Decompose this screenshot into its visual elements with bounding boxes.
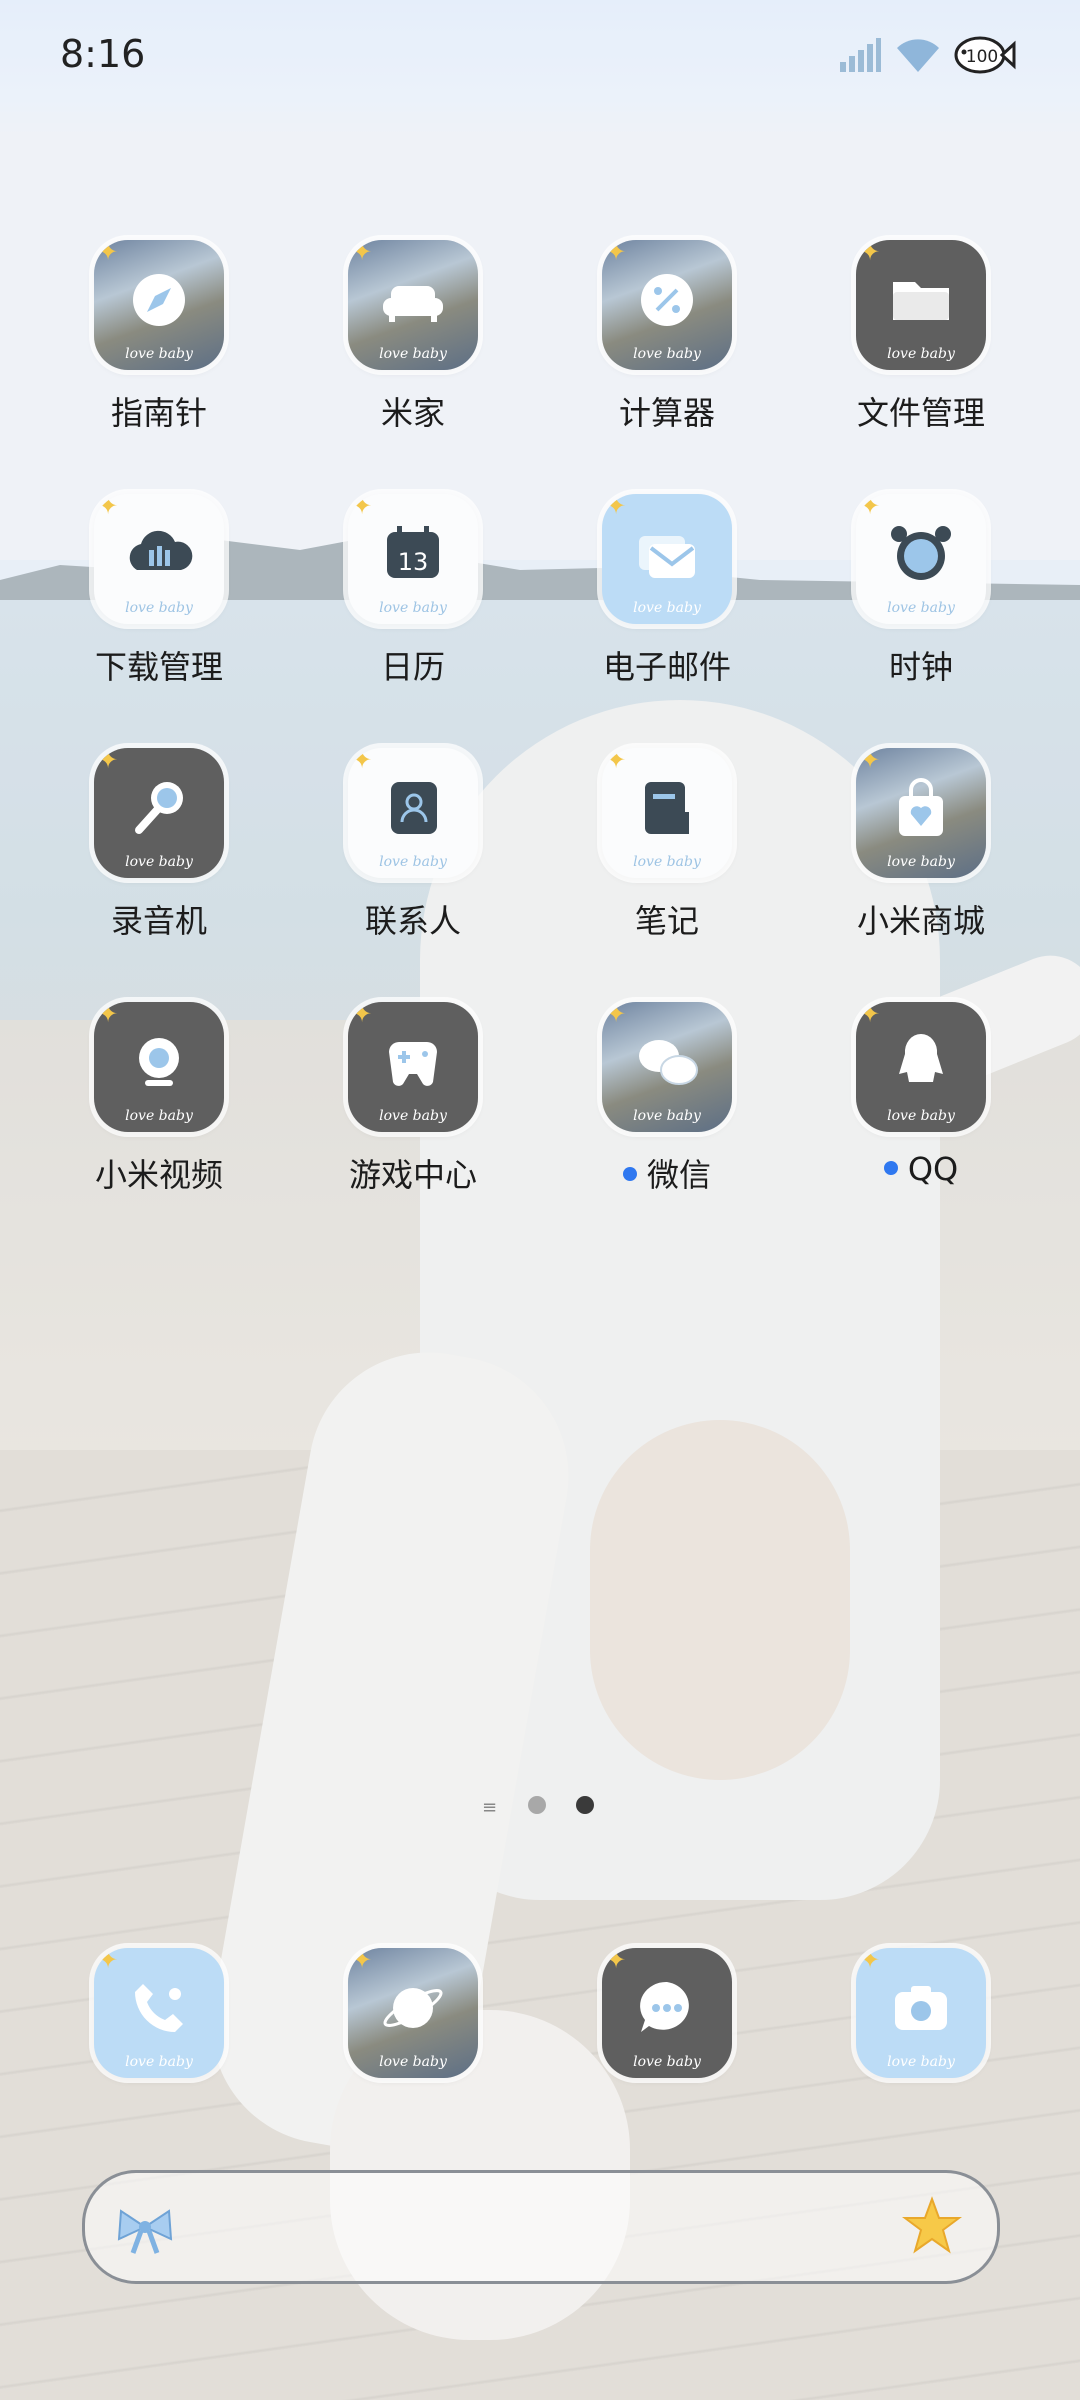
app-icon[interactable]: ✦ love baby	[856, 748, 986, 878]
app-icon[interactable]: ✦ 13 love baby	[348, 494, 478, 624]
app-mi-store[interactable]: ✦ love baby 小米商城	[794, 748, 1048, 948]
app-contacts[interactable]: ✦ love baby 联系人	[286, 748, 540, 948]
sparkle-icon: ✦	[98, 1948, 119, 1974]
app-icon[interactable]: ✦ love baby	[602, 1002, 732, 1132]
sparkle-icon: ✦	[98, 748, 119, 774]
svg-text:13: 13	[398, 548, 429, 576]
app-icon[interactable]: ✦ love baby	[602, 240, 732, 370]
app-file-manager[interactable]: ✦ love baby 文件管理	[794, 240, 1048, 440]
app-email[interactable]: ✦ love baby 电子邮件	[540, 494, 794, 694]
sparkle-icon: ✦	[352, 1948, 373, 1974]
app-mijia[interactable]: ✦ love baby 米家	[286, 240, 540, 440]
dock-camera[interactable]: ✦ love baby	[794, 1948, 1048, 2148]
app-icon[interactable]: ✦ love baby	[94, 1948, 224, 2078]
sparkle-icon: ✦	[606, 240, 627, 266]
sparkle-icon: ✦	[606, 1002, 627, 1028]
bow-icon	[117, 2209, 173, 2254]
download-cloud-icon	[129, 530, 193, 570]
app-icon[interactable]: ✦ love baby	[602, 494, 732, 624]
sparkle-icon: ✦	[860, 748, 881, 774]
app-icon[interactable]: ✦ love baby	[348, 748, 478, 878]
sparkle-icon: ✦	[860, 494, 881, 520]
sparkle-icon: ✦	[352, 240, 373, 266]
app-recorder[interactable]: ✦ love baby 录音机	[32, 748, 286, 948]
compass-icon	[133, 274, 185, 326]
app-icon[interactable]: ✦ love baby	[348, 1948, 478, 2078]
alarm-clock-icon	[891, 526, 951, 580]
minus-one-screen-icon[interactable]: ≡	[482, 1797, 497, 1818]
sparkle-icon: ✦	[606, 494, 627, 520]
page-dot-2-active[interactable]	[576, 1796, 594, 1814]
new-badge-dot	[622, 1167, 637, 1181]
phone-icon	[135, 1984, 183, 2032]
sparkle-icon: ✦	[860, 240, 881, 266]
contacts-icon	[391, 782, 437, 834]
app-icon[interactable]: ✦ love baby	[856, 494, 986, 624]
app-calculator[interactable]: ✦ love baby 计算器	[540, 240, 794, 440]
battery-fish-icon: 100	[954, 36, 1016, 74]
sparkle-icon: ✦	[606, 748, 627, 774]
dock-phone[interactable]: ✦ love baby	[32, 1948, 286, 2148]
status-time: 8:16	[60, 32, 146, 76]
sparkle-icon: ✦	[860, 1948, 881, 1974]
wechat-icon	[639, 1040, 698, 1085]
page-indicator[interactable]: ≡	[470, 1792, 610, 1818]
microphone-icon	[135, 782, 183, 834]
app-icon[interactable]: ✦ love baby	[94, 748, 224, 878]
app-qq[interactable]: ✦ love baby QQ	[794, 1002, 1048, 1202]
camera-icon	[895, 1986, 947, 2030]
app-icon[interactable]: ✦ love baby	[602, 748, 732, 878]
app-mi-video[interactable]: ✦ love baby 小米视频	[32, 1002, 286, 1202]
svg-text:100: 100	[966, 47, 998, 67]
app-icon[interactable]: ✦ love baby	[94, 494, 224, 624]
app-icon[interactable]: ✦ love baby	[348, 1002, 478, 1132]
star-icon[interactable]	[901, 2195, 963, 2257]
dock-messages[interactable]: ✦ love baby	[540, 1948, 794, 2148]
app-downloads[interactable]: ✦ love baby 下载管理	[32, 494, 286, 694]
sparkle-icon: ✦	[352, 748, 373, 774]
app-icon[interactable]: ✦ love baby	[856, 1002, 986, 1132]
app-wechat[interactable]: ✦ love baby 微信	[540, 1002, 794, 1202]
shopping-bag-icon	[899, 778, 943, 836]
video-camera-icon	[139, 1038, 179, 1086]
calendar-icon: 13	[387, 526, 439, 578]
app-game-center[interactable]: ✦ love baby 游戏中心	[286, 1002, 540, 1202]
sofa-icon	[383, 286, 443, 322]
app-clock[interactable]: ✦ love baby 时钟	[794, 494, 1048, 694]
new-badge-dot	[883, 1161, 898, 1175]
page-dot-1[interactable]	[528, 1796, 546, 1814]
app-calendar[interactable]: ✦ 13 love baby 日历	[286, 494, 540, 694]
app-icon[interactable]: ✦ love baby	[94, 240, 224, 370]
status-bar: 8:16 100	[0, 0, 1080, 120]
app-icon[interactable]: ✦ love baby	[856, 240, 986, 370]
app-icon[interactable]: ✦ love baby	[94, 1002, 224, 1132]
messages-icon	[640, 1981, 689, 2032]
cellular-signal-icon	[840, 38, 881, 72]
search-bar[interactable]	[82, 2170, 1000, 2284]
notes-icon	[645, 782, 689, 834]
wifi-icon	[897, 39, 939, 72]
sparkle-icon: ✦	[606, 1948, 627, 1974]
qq-penguin-icon	[899, 1033, 943, 1082]
app-icon[interactable]: ✦ love baby	[602, 1948, 732, 2078]
calculator-icon	[641, 274, 693, 326]
app-notes[interactable]: ✦ love baby 笔记	[540, 748, 794, 948]
sparkle-icon: ✦	[98, 1002, 119, 1028]
sparkle-icon: ✦	[860, 1002, 881, 1028]
app-icon[interactable]: ✦ love baby	[856, 1948, 986, 2078]
app-compass[interactable]: ✦ love baby 指南针	[32, 240, 286, 440]
browser-planet-icon	[383, 1988, 443, 2028]
mail-icon	[639, 536, 695, 578]
folder-icon	[893, 282, 949, 320]
dock-browser[interactable]: ✦ love baby	[286, 1948, 540, 2148]
app-icon[interactable]: ✦ love baby	[348, 240, 478, 370]
sparkle-icon: ✦	[98, 240, 119, 266]
sparkle-icon: ✦	[98, 494, 119, 520]
sparkle-icon: ✦	[352, 494, 373, 520]
sparkle-icon: ✦	[352, 1002, 373, 1028]
gamepad-icon	[389, 1042, 437, 1086]
